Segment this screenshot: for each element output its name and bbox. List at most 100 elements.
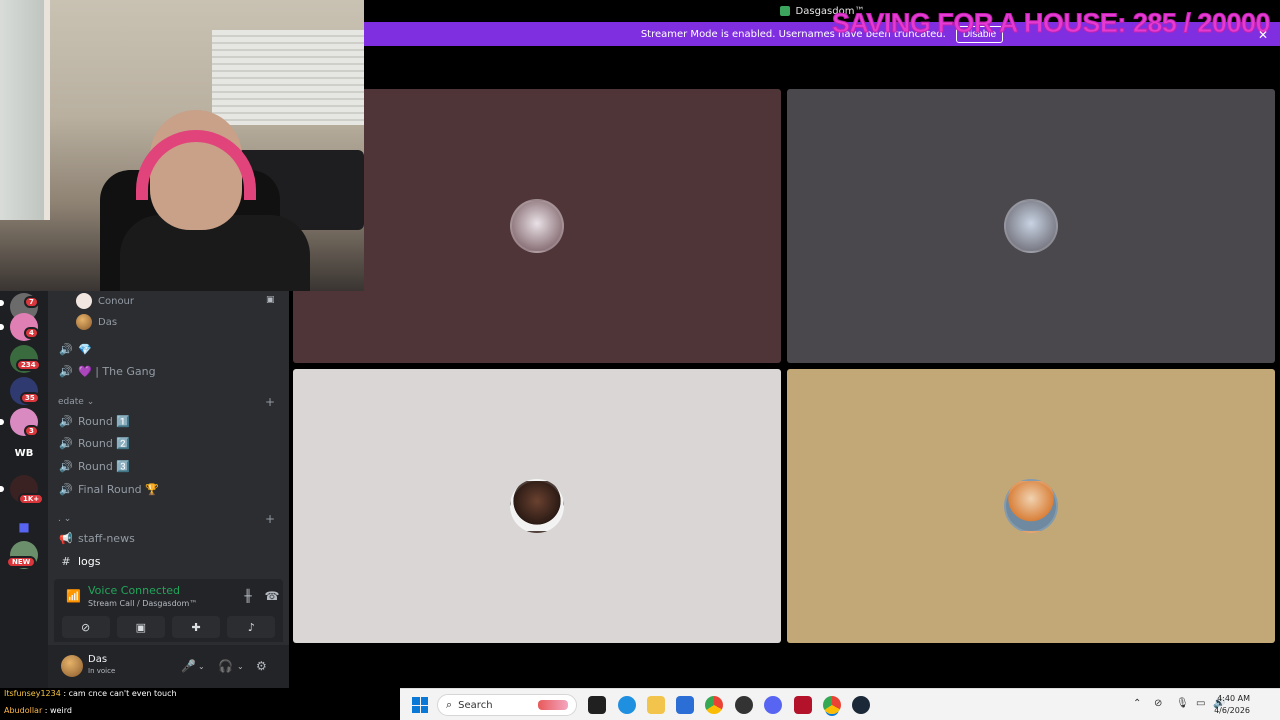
close-icon[interactable]: ✕: [1258, 28, 1268, 42]
server-icon-wb[interactable]: WB: [10, 439, 38, 467]
avatar: [1004, 479, 1058, 533]
channel-name: 💎: [78, 342, 92, 356]
steam-icon[interactable]: [852, 696, 870, 714]
mention-badge: 234: [16, 359, 41, 371]
chat-message: Itsfunsey1234 : cam cnce can't even touc…: [4, 689, 177, 698]
announcement-icon: 📢: [59, 531, 73, 545]
user-name[interactable]: Das: [88, 654, 107, 665]
screen-share-button[interactable]: ▣: [116, 616, 165, 638]
avatar: [76, 293, 92, 309]
taskbar-clock[interactable]: 4:40 AM 4/6/2026: [1214, 693, 1250, 717]
taskbar-search[interactable]: ⌕ Search: [437, 694, 577, 716]
participant-tile[interactable]: [293, 369, 781, 643]
camera-off-button[interactable]: ⊘: [61, 616, 110, 638]
screen-share-icon: ▣: [266, 295, 275, 305]
chrome-active-icon[interactable]: [823, 696, 841, 714]
activities-button[interactable]: ✚: [172, 616, 221, 638]
webcam-window: [0, 0, 50, 220]
voice-channel-round-2[interactable]: 🔊 Round 2️⃣: [58, 433, 130, 453]
speaker-icon: 🔊: [59, 364, 73, 378]
network-off-icon[interactable]: ⊘: [1154, 698, 1162, 709]
store-icon[interactable]: [676, 696, 694, 714]
voice-status[interactable]: Voice Connected: [88, 584, 180, 597]
video-grid: [289, 46, 1280, 688]
participant-tile[interactable]: [293, 89, 781, 363]
text-channel-staff-news[interactable]: 📢 staff-news: [58, 528, 135, 548]
obs-icon[interactable]: [735, 696, 753, 714]
voice-member[interactable]: Das: [76, 312, 117, 332]
member-name: Das: [98, 316, 118, 328]
display-icon[interactable]: ▭: [1196, 698, 1205, 709]
channel-name: Round 1️⃣: [78, 414, 130, 428]
avatar: [510, 479, 564, 533]
headphones-icon[interactable]: 🎧: [218, 659, 233, 673]
voice-channel-final-round[interactable]: 🔊 Final Round 🏆: [58, 479, 159, 499]
add-channel-icon[interactable]: +: [265, 512, 275, 526]
chevron-down-icon[interactable]: ⌄: [237, 662, 244, 671]
category-header[interactable]: edate ⌄: [58, 397, 94, 407]
user-panel: Das In voice 🎤 ⌄ 🎧 ⌄ ⚙: [48, 645, 289, 688]
avatar[interactable]: [61, 655, 83, 677]
server-rail: 7 4 234 35 3 WB 1K+ ■ NEW: [0, 291, 48, 688]
member-name: Conour: [98, 295, 135, 307]
channel-name: Round 2️⃣: [78, 436, 130, 450]
unread-pip: [0, 419, 4, 425]
user-status: In voice: [88, 667, 116, 675]
search-placeholder: Search: [458, 699, 493, 711]
discord-icon[interactable]: [764, 696, 782, 714]
speaker-icon: 🔊: [59, 436, 73, 450]
voice-member[interactable]: Conour: [76, 291, 134, 311]
participant-tile[interactable]: [787, 89, 1275, 363]
category-label: edate: [58, 397, 84, 407]
hash-icon: #: [61, 554, 71, 568]
edge-icon[interactable]: [618, 696, 636, 714]
windows-taskbar: ⌕ Search ⌃ ⊘ 🎙 ▭ 🔊 4:40 AM 4/6/2026: [400, 688, 1280, 720]
mention-badge: 7: [24, 296, 39, 308]
gear-icon[interactable]: ⚙: [256, 659, 267, 673]
microphone-icon[interactable]: 🎙: [1176, 698, 1189, 709]
voice-channel-path[interactable]: Stream Call / Dasgasdom™: [88, 599, 197, 608]
chevron-up-icon[interactable]: ⌃: [1133, 698, 1141, 709]
speaker-icon: 🔊: [59, 482, 73, 496]
task-view-icon[interactable]: [588, 696, 606, 714]
unread-pip: [0, 486, 4, 492]
webcam-blinds: [212, 30, 364, 125]
chat-text: weird: [50, 706, 72, 715]
unread-pip: [0, 300, 4, 306]
microphone-icon[interactable]: 🎤: [181, 659, 196, 673]
voice-channel-round-3[interactable]: 🔊 Round 3️⃣: [58, 456, 130, 476]
avatar: [1004, 199, 1058, 253]
chat-text: cam cnce can't even touch: [68, 689, 177, 698]
folder-icon[interactable]: ■: [10, 513, 38, 541]
disconnect-icon[interactable]: ☎: [264, 589, 280, 605]
goal-overlay-text: SAVING FOR A HOUSE: 285 / 20000: [831, 8, 1271, 39]
noise-suppression-icon[interactable]: ╫: [240, 589, 256, 605]
file-explorer-icon[interactable]: [647, 696, 665, 714]
soundboard-button[interactable]: ♪: [227, 616, 276, 638]
voice-channel[interactable]: 🔊 💜 | The Gang: [58, 361, 156, 381]
chevron-down-icon[interactable]: ⌄: [198, 662, 205, 671]
speaker-icon: 🔊: [59, 342, 73, 356]
signal-icon[interactable]: 📶: [66, 589, 81, 603]
voice-channel-round-1[interactable]: 🔊 Round 1️⃣: [58, 411, 130, 431]
app-icon: [779, 6, 790, 16]
start-button[interactable]: [412, 697, 428, 713]
app-a-icon[interactable]: [794, 696, 812, 714]
chrome-icon[interactable]: [705, 696, 723, 714]
channel-name: staff-news: [78, 531, 135, 545]
new-badge: NEW: [6, 556, 37, 568]
mention-badge: 1K+: [18, 493, 45, 505]
participant-tile[interactable]: [787, 369, 1275, 643]
voice-channel[interactable]: 🔊 💎: [58, 339, 92, 359]
clock-date: 4/6/2026: [1214, 706, 1250, 715]
channel-name: Final Round 🏆: [78, 482, 159, 496]
chat-user: Itsfunsey1234: [4, 689, 61, 698]
chat-user: Abudollar: [4, 706, 43, 715]
add-channel-icon[interactable]: +: [265, 395, 275, 409]
mention-badge: 4: [24, 327, 39, 339]
text-channel-logs[interactable]: # logs: [58, 551, 101, 571]
category-header[interactable]: . ⌄: [58, 514, 71, 524]
channel-name: 💜 | The Gang: [78, 364, 156, 378]
channel-sidebar: Conour ▣ Das 🔊 💎 🔊 💜 | The Gang edate ⌄ …: [48, 291, 289, 688]
channel-name: logs: [78, 554, 101, 568]
